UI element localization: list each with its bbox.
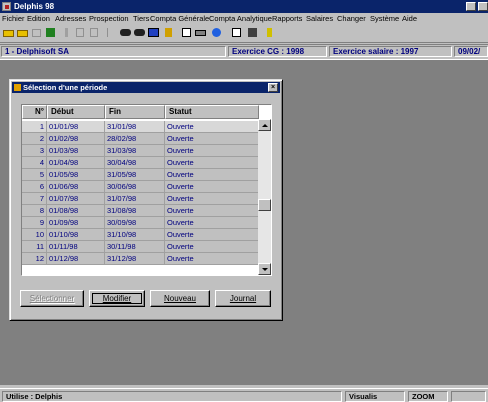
- dialog-titlebar: Sélection d'une période ×: [12, 82, 280, 93]
- status-extra: [451, 391, 486, 402]
- menu-bar: Fichier Edition Adresses Prospection Tie…: [0, 13, 488, 24]
- cut-disabled-icon: [30, 26, 43, 39]
- menu-rapports[interactable]: Rapports: [272, 14, 302, 23]
- table-row[interactable]: 8 01/08/98 31/08/98 Ouverte: [22, 205, 259, 217]
- table-row[interactable]: 6 01/06/98 30/06/98 Ouverte: [22, 181, 259, 193]
- grid-scrollbar[interactable]: [258, 119, 271, 275]
- select-button[interactable]: Sélectionner: [20, 290, 84, 307]
- menu-tiers[interactable]: Tiers: [133, 14, 149, 23]
- journal-button[interactable]: Journal: [215, 290, 271, 307]
- menu-prospection[interactable]: Prospection: [89, 14, 129, 23]
- menu-changer[interactable]: Changer: [337, 14, 366, 23]
- find-next-icon[interactable]: [133, 26, 146, 39]
- dialog-title: Sélection d'une période: [23, 83, 108, 92]
- table-row[interactable]: 2 01/02/98 28/02/98 Ouverte: [22, 133, 259, 145]
- find-icon[interactable]: [119, 26, 132, 39]
- minimize-button[interactable]: [466, 2, 476, 11]
- status-bar: Utilise : Delphis Visualis ZOOM: [0, 388, 488, 402]
- open-folder-2-icon[interactable]: [16, 26, 29, 39]
- arrow-up-icon: [262, 124, 268, 127]
- exercice-cg-label: Exercice CG : 1998: [228, 46, 327, 57]
- date-label: 09/02/: [454, 46, 488, 57]
- new-button[interactable]: Nouveau: [150, 290, 210, 307]
- modify-button[interactable]: Modifier: [89, 290, 145, 307]
- save-icon[interactable]: [44, 26, 57, 39]
- period-grid: N° Début Fin Statut 1 01/01/98 31/01/98 …: [21, 104, 272, 276]
- table-row[interactable]: 11 01/11/98 30/11/98 Ouverte: [22, 241, 259, 253]
- info-bar: 1 - Delphisoft SA Exercice CG : 1998 Exe…: [0, 44, 488, 60]
- app-title: Delphis 98: [14, 2, 55, 11]
- table-row[interactable]: 10 01/10/98 31/10/98 Ouverte: [22, 229, 259, 241]
- app-titlebar: Delphis 98: [0, 0, 488, 13]
- table-row[interactable]: 1 01/01/98 31/01/98 Ouverte: [22, 121, 259, 133]
- globe-icon[interactable]: [210, 26, 223, 39]
- menu-compta-analytique[interactable]: Compta Analytique: [209, 14, 272, 23]
- scroll-thumb[interactable]: [258, 199, 271, 211]
- menu-adresses[interactable]: Adresses: [55, 14, 86, 23]
- table-row[interactable]: 12 01/12/98 31/12/98 Ouverte: [22, 253, 259, 265]
- toolbar: [0, 24, 488, 43]
- copy-disabled-icon: [74, 26, 87, 39]
- scroll-down-button[interactable]: [258, 263, 271, 275]
- close-icon[interactable]: ×: [268, 83, 278, 92]
- open-folder-icon[interactable]: [2, 26, 15, 39]
- books-icon[interactable]: [246, 26, 259, 39]
- exercice-salaire-label: Exercice salaire : 1997: [329, 46, 452, 57]
- column-header-fin[interactable]: Fin: [105, 105, 165, 119]
- company-label: 1 - Delphisoft SA: [1, 46, 226, 57]
- column-header-debut[interactable]: Début: [47, 105, 105, 119]
- column-header-n[interactable]: N°: [22, 105, 47, 119]
- notepad-icon[interactable]: [230, 26, 243, 39]
- help-icon[interactable]: [263, 26, 276, 39]
- table-row[interactable]: 5 01/05/98 31/05/98 Ouverte: [22, 169, 259, 181]
- column-header-statut[interactable]: Statut: [165, 105, 259, 119]
- table-row[interactable]: 4 01/04/98 30/04/98 Ouverte: [22, 157, 259, 169]
- menu-edition[interactable]: Edition: [27, 14, 50, 23]
- status-user: Utilise : Delphis: [2, 391, 342, 402]
- scroll-up-button[interactable]: [258, 119, 271, 131]
- menu-salaires[interactable]: Salaires: [306, 14, 333, 23]
- paste-disabled-icon: [88, 26, 101, 39]
- scissors-disabled-icon: [60, 26, 73, 39]
- menu-fichier[interactable]: Fichier: [2, 14, 25, 23]
- print-icon[interactable]: [194, 26, 207, 39]
- status-mode: Visualis: [345, 391, 405, 402]
- arrow-down-icon: [262, 268, 268, 271]
- table-row[interactable]: 3 01/03/98 31/03/98 Ouverte: [22, 145, 259, 157]
- dialog-icon: [14, 84, 21, 91]
- table-icon[interactable]: [147, 26, 160, 39]
- key-icon[interactable]: [162, 26, 175, 39]
- menu-compta-generale[interactable]: Compta Générale: [150, 14, 209, 23]
- menu-systeme[interactable]: Système: [370, 14, 399, 23]
- status-zoom: ZOOM: [408, 391, 448, 402]
- maximize-button[interactable]: [478, 2, 488, 11]
- table-row[interactable]: 7 01/07/98 31/07/98 Ouverte: [22, 193, 259, 205]
- flag-disabled-icon: [104, 26, 117, 39]
- preview-icon[interactable]: [180, 26, 193, 39]
- app-icon[interactable]: [2, 2, 11, 11]
- menu-aide[interactable]: Aide: [402, 14, 417, 23]
- table-row[interactable]: 9 01/09/98 30/09/98 Ouverte: [22, 217, 259, 229]
